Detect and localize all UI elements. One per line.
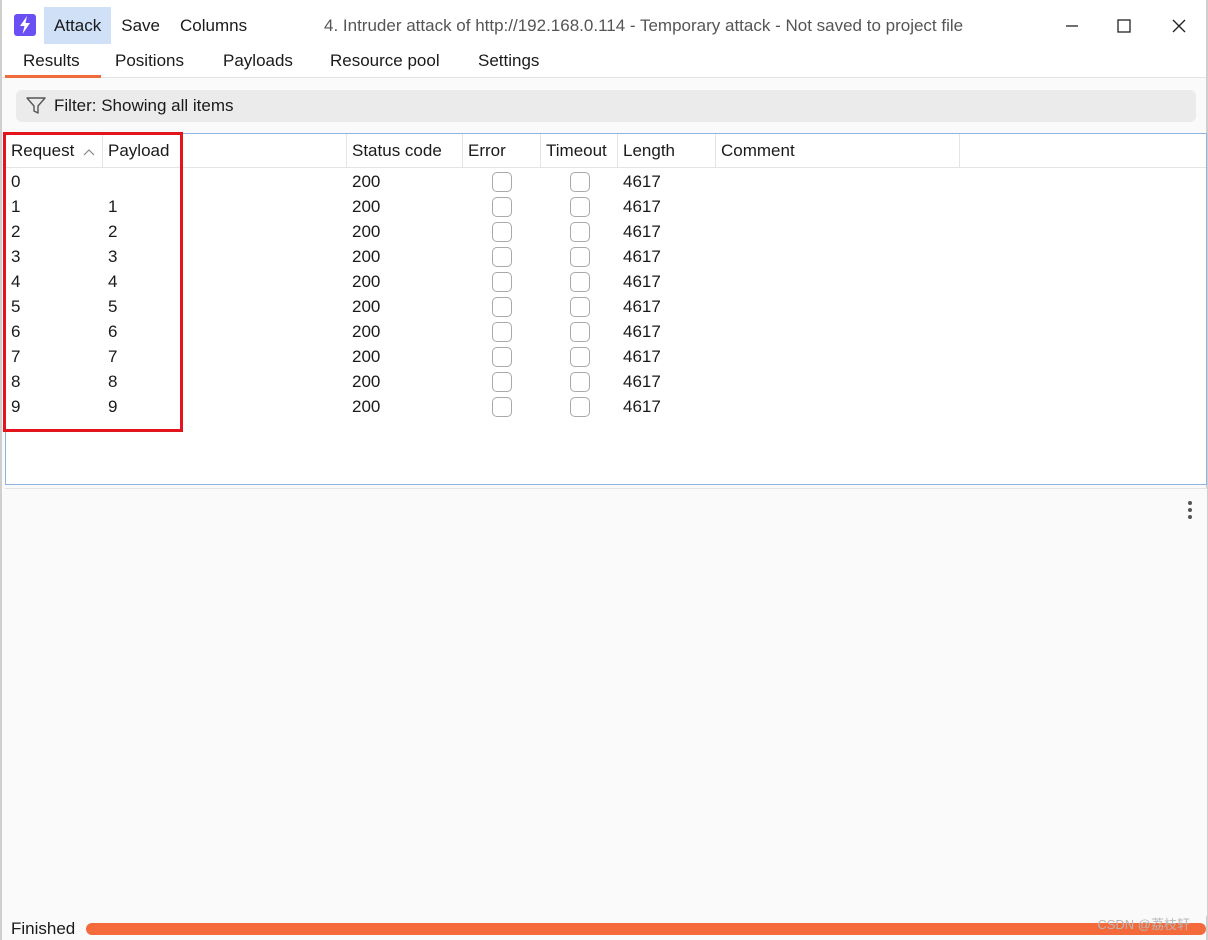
table-row[interactable]: 6 6 200 4617 bbox=[6, 319, 1206, 344]
menu-save[interactable]: Save bbox=[111, 7, 170, 45]
cell-length: 4617 bbox=[623, 322, 661, 341]
cell-status-code: 200 bbox=[352, 347, 381, 366]
cell-status-code: 200 bbox=[352, 172, 381, 191]
column-header-timeout[interactable]: Timeout bbox=[541, 134, 618, 168]
cell-length: 4617 bbox=[623, 397, 661, 416]
timeout-checkbox bbox=[570, 347, 590, 367]
cell-status-code: 200 bbox=[352, 297, 381, 316]
timeout-checkbox bbox=[570, 397, 590, 417]
tab-positions[interactable]: Positions bbox=[115, 44, 184, 78]
timeout-checkbox bbox=[570, 297, 590, 317]
maximize-icon bbox=[1117, 19, 1131, 33]
status-text: Finished bbox=[11, 919, 76, 938]
title-bar: Attack Save Columns 4. Intruder attack o… bbox=[2, 0, 1206, 45]
cell-status-code: 200 bbox=[352, 197, 381, 216]
watermark: CSDN @荔枝轩 bbox=[1097, 917, 1190, 932]
minimize-icon bbox=[1066, 25, 1078, 27]
status-bar: Finished CSDN @荔枝轩 bbox=[2, 916, 1206, 940]
close-icon bbox=[1172, 19, 1186, 33]
filter-icon bbox=[26, 97, 46, 114]
table-row[interactable]: 5 5 200 4617 bbox=[6, 294, 1206, 319]
tab-bar: Results Positions Payloads Resource pool… bbox=[2, 44, 1206, 78]
tab-settings[interactable]: Settings bbox=[478, 44, 539, 78]
timeout-checkbox bbox=[570, 247, 590, 267]
error-checkbox bbox=[492, 197, 512, 217]
cell-status-code: 200 bbox=[352, 222, 381, 241]
menu-columns[interactable]: Columns bbox=[170, 7, 257, 45]
minimize-button[interactable] bbox=[1045, 7, 1099, 45]
filter-label: Filter: Showing all items bbox=[54, 96, 234, 115]
progress-bar bbox=[86, 923, 1206, 935]
close-button[interactable] bbox=[1152, 7, 1206, 45]
menu-bar: Attack Save Columns bbox=[44, 7, 257, 45]
table-row[interactable]: 9 9 200 4617 bbox=[6, 394, 1206, 419]
table-row[interactable]: 2 2 200 4617 bbox=[6, 219, 1206, 244]
window-title: 4. Intruder attack of http://192.168.0.1… bbox=[324, 16, 964, 35]
tab-payloads[interactable]: Payloads bbox=[223, 44, 293, 78]
filter-bar[interactable]: Filter: Showing all items bbox=[16, 90, 1196, 122]
cell-length: 4617 bbox=[623, 347, 661, 366]
column-header-error[interactable]: Error bbox=[463, 134, 541, 168]
cell-length: 4617 bbox=[623, 272, 661, 291]
table-row[interactable]: 4 4 200 4617 bbox=[6, 269, 1206, 294]
menu-attack[interactable]: Attack bbox=[44, 7, 112, 45]
error-checkbox bbox=[492, 347, 512, 367]
more-options-icon[interactable] bbox=[1187, 501, 1193, 521]
error-checkbox bbox=[492, 372, 512, 392]
maximize-button[interactable] bbox=[1097, 7, 1151, 45]
intruder-window: Attack Save Columns 4. Intruder attack o… bbox=[0, 0, 1208, 940]
table-row[interactable]: 3 3 200 4617 bbox=[6, 244, 1206, 269]
cell-length: 4617 bbox=[623, 172, 661, 191]
table-row[interactable]: 1 1 200 4617 bbox=[6, 194, 1206, 219]
cell-length: 4617 bbox=[623, 197, 661, 216]
timeout-checkbox bbox=[570, 322, 590, 342]
tab-results[interactable]: Results bbox=[5, 44, 101, 78]
error-checkbox bbox=[492, 222, 512, 242]
cell-length: 4617 bbox=[623, 372, 661, 391]
cell-length: 4617 bbox=[623, 247, 661, 266]
cell-length: 4617 bbox=[623, 297, 661, 316]
results-table: Request Payload Status code Error Timeou… bbox=[5, 133, 1207, 485]
timeout-checkbox bbox=[570, 197, 590, 217]
cell-status-code: 200 bbox=[352, 372, 381, 391]
column-header-length[interactable]: Length bbox=[618, 134, 716, 168]
highlight-box bbox=[3, 132, 183, 432]
cell-status-code: 200 bbox=[352, 397, 381, 416]
column-header-comment[interactable]: Comment bbox=[716, 134, 960, 168]
column-header-status-code[interactable]: Status code bbox=[347, 134, 463, 168]
error-checkbox bbox=[492, 397, 512, 417]
timeout-checkbox bbox=[570, 272, 590, 292]
cell-status-code: 200 bbox=[352, 247, 381, 266]
table-row[interactable]: 7 7 200 4617 bbox=[6, 344, 1206, 369]
detail-pane bbox=[5, 488, 1207, 916]
timeout-checkbox bbox=[570, 172, 590, 192]
timeout-checkbox bbox=[570, 372, 590, 392]
error-checkbox bbox=[492, 297, 512, 317]
table-row[interactable]: 0 200 4617 bbox=[6, 169, 1206, 194]
tab-resource-pool[interactable]: Resource pool bbox=[330, 44, 440, 78]
cell-length: 4617 bbox=[623, 222, 661, 241]
error-checkbox bbox=[492, 272, 512, 292]
error-checkbox bbox=[492, 247, 512, 267]
table-header: Request Payload Status code Error Timeou… bbox=[6, 134, 1206, 168]
burp-lightning-icon bbox=[14, 14, 36, 36]
cell-status-code: 200 bbox=[352, 322, 381, 341]
error-checkbox bbox=[492, 172, 512, 192]
timeout-checkbox bbox=[570, 222, 590, 242]
table-row[interactable]: 8 8 200 4617 bbox=[6, 369, 1206, 394]
error-checkbox bbox=[492, 322, 512, 342]
cell-status-code: 200 bbox=[352, 272, 381, 291]
